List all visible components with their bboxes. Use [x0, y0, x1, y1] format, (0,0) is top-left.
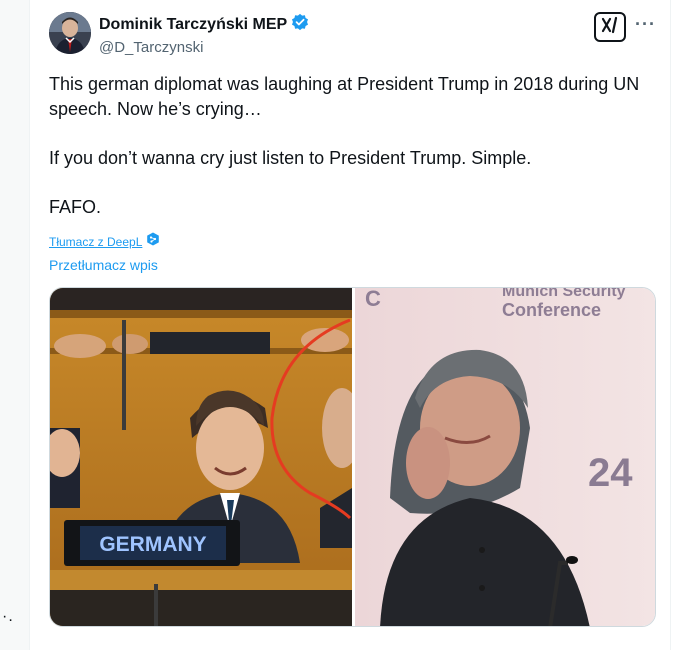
deepl-shield-icon: [146, 232, 160, 251]
tweet-text: This german diplomat was laughing at Pre…: [49, 72, 649, 244]
more-options-icon[interactable]: ···: [635, 14, 656, 35]
tweet-paragraph: This german diplomat was laughing at Pre…: [49, 74, 640, 119]
backdrop-fragment-left: C: [365, 288, 381, 311]
verified-badge-icon: [291, 13, 309, 36]
bottom-edge: [31, 636, 670, 650]
left-page-gutter: [0, 0, 30, 650]
author-handle[interactable]: @D_Tarczynski: [99, 39, 309, 56]
right-page-gutter: [670, 0, 700, 650]
tweet-paragraph: FAFO.: [49, 197, 102, 217]
grok-icon: [600, 16, 620, 39]
deepl-translate-row: Tłumacz z DeepL: [49, 232, 160, 251]
author-block: Dominik Tarczyński MEP @D_Tarczynski: [99, 13, 309, 56]
backdrop-fragment-right: 24: [588, 451, 633, 495]
grok-button[interactable]: [594, 12, 626, 42]
translate-post-link[interactable]: Przetłumacz wpis: [49, 257, 158, 273]
tweet-paragraph: If you don’t wanna cry just listen to Pr…: [49, 148, 532, 168]
germany-placard: GERMANY: [99, 533, 206, 556]
deepl-link[interactable]: Tłumacz z DeepL: [49, 235, 142, 249]
right-photo-munich-conference: C Munich Security Conference 24: [355, 288, 655, 626]
tweet-card[interactable]: Dominik Tarczyński MEP @D_Tarczynski ···…: [31, 0, 670, 650]
stray-dots: ·.: [2, 608, 14, 625]
author-display-name[interactable]: Dominik Tarczyński MEP: [99, 16, 287, 34]
avatar[interactable]: [49, 12, 91, 54]
conference-banner-line2: Conference: [502, 300, 601, 320]
left-photo-un-assembly: GERMANY: [50, 288, 362, 626]
tweet-media[interactable]: GERMANY C Munich Security Conference 24: [49, 287, 656, 627]
conference-banner-line1: Munich Security: [502, 288, 626, 300]
